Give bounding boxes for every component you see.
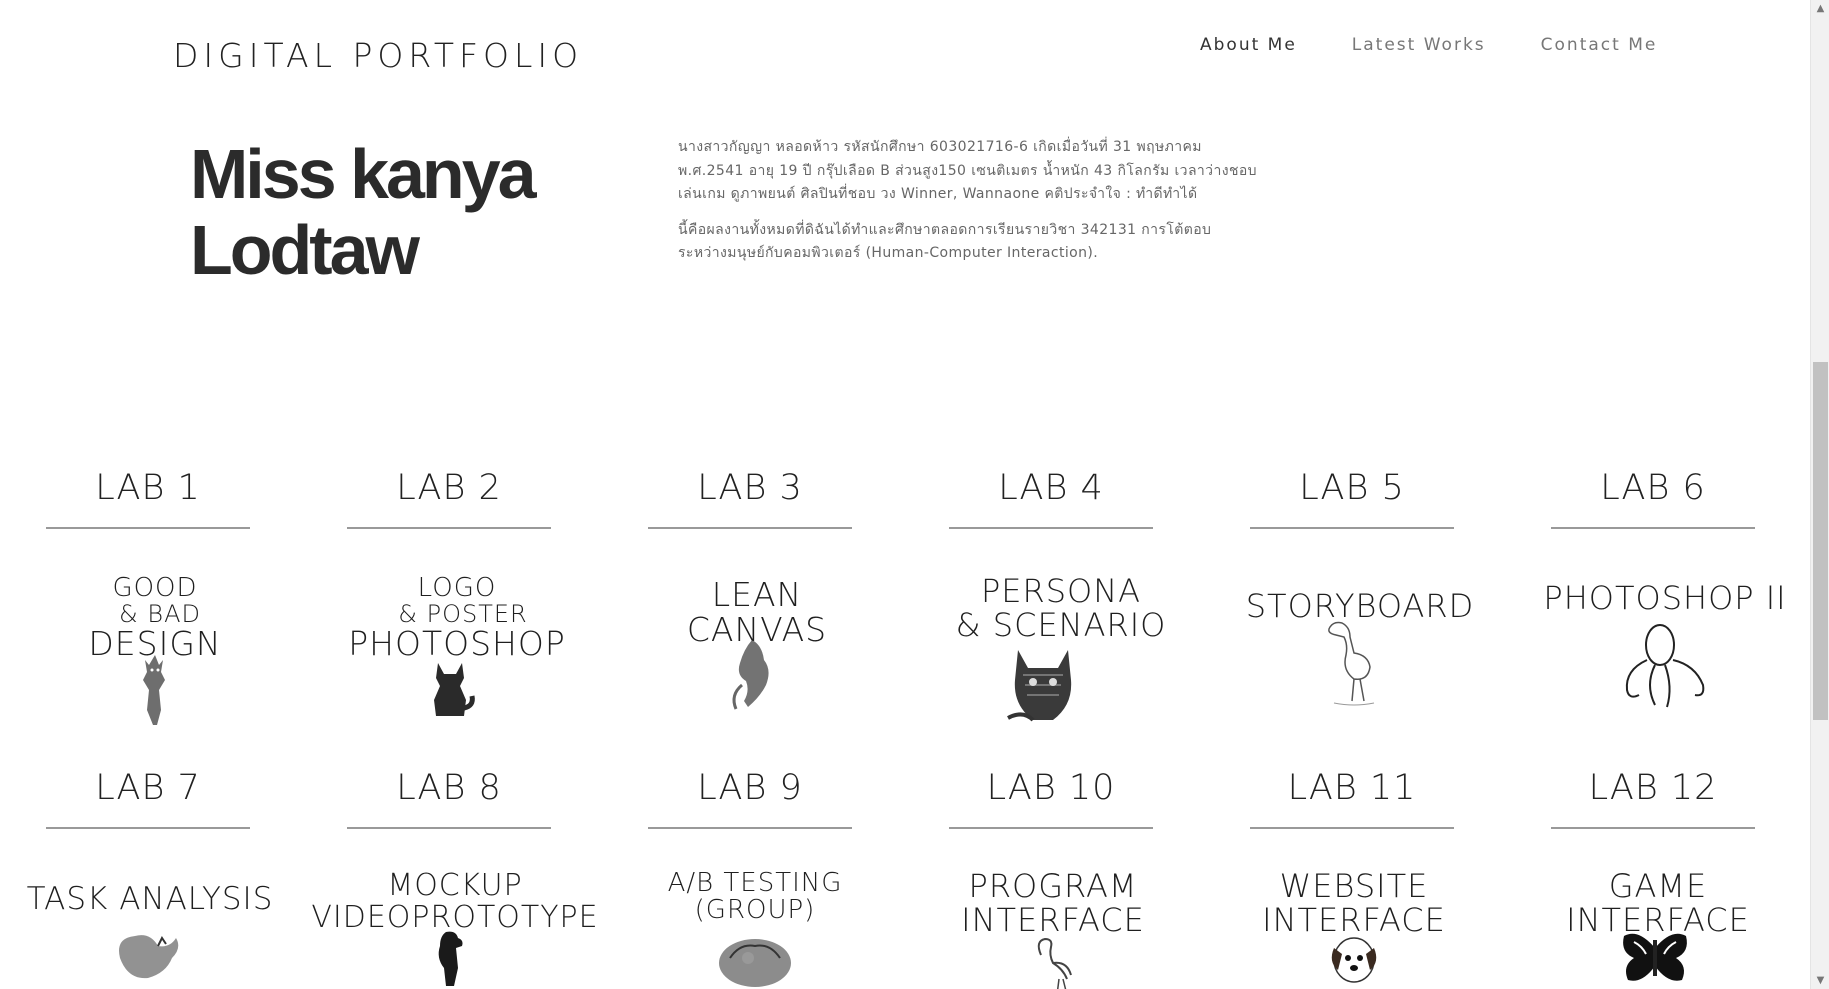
lab-card-12[interactable]: LAB 12 GAME INTERFACE xyxy=(1505,0,1765,989)
lab-card-8[interactable]: LAB 8 MOCKUP VIDEOPROTOTYPE xyxy=(301,0,598,989)
lab-card-11[interactable]: LAB 11 WEBSITE INTERFACE xyxy=(1204,0,1464,989)
puppy-illustration xyxy=(1324,930,1384,989)
lab-divider xyxy=(1551,827,1755,829)
lab-title[interactable]: LAB 8 xyxy=(347,768,551,808)
lab-divider xyxy=(1250,827,1454,829)
lab-card-7[interactable]: LAB 7 TASK ANALYSIS xyxy=(0,0,272,989)
dog-standing-illustration xyxy=(426,928,476,989)
lab-topic-line: (GROUP) xyxy=(694,895,816,926)
lab-topic-line: PROGRAM xyxy=(968,867,1138,905)
lab-topic[interactable]: PROGRAM INTERFACE xyxy=(903,867,1203,939)
lab-topic-line: A/B TESTING xyxy=(667,868,843,898)
lab-topic-line: INTERFACE xyxy=(961,900,1145,939)
lab-topic[interactable]: TASK ANALYSIS xyxy=(0,883,300,916)
scroll-thumb[interactable] xyxy=(1813,362,1828,720)
lab-title[interactable]: LAB 10 xyxy=(949,768,1153,808)
scroll-down-arrow-icon[interactable]: ▼ xyxy=(1811,972,1829,989)
flamingo-illustration xyxy=(1023,935,1083,989)
lab-divider xyxy=(46,827,250,829)
lab-title[interactable]: LAB 9 xyxy=(648,768,852,808)
lab-title[interactable]: LAB 7 xyxy=(46,768,250,808)
lab-divider xyxy=(347,827,551,829)
butterfly-illustration xyxy=(1620,928,1690,989)
lab-divider xyxy=(949,827,1153,829)
lab-topic-line: TASK ANALYSIS xyxy=(26,881,274,917)
lab-card-10[interactable]: LAB 10 PROGRAM INTERFACE xyxy=(903,0,1163,989)
lab-divider xyxy=(648,827,852,829)
lab-card-9[interactable]: LAB 9 A/B TESTING (GROUP) xyxy=(602,0,862,989)
lab-grid: LAB 1 GOOD & BAD DESIGN LAB 2 LOGO & POSTER PHO… xyxy=(0,0,1810,989)
lab-title[interactable]: LAB 12 xyxy=(1551,768,1755,808)
rooster-illustration xyxy=(110,928,190,989)
lab-topic[interactable]: MOCKUP VIDEOPROTOTYPE xyxy=(305,870,605,933)
page-scrollbar[interactable]: ▲ ▼ xyxy=(1810,0,1829,989)
lab-title[interactable]: LAB 11 xyxy=(1250,768,1454,808)
lab-topic-line: MOCKUP xyxy=(387,868,523,903)
lab-topic-line: GAME xyxy=(1608,867,1708,905)
lab-topic[interactable]: WEBSITE INTERFACE xyxy=(1204,867,1504,937)
lab-topic[interactable]: A/B TESTING (GROUP) xyxy=(605,868,905,926)
scroll-up-arrow-icon[interactable]: ▲ xyxy=(1811,0,1829,17)
sleeping-fox-illustration xyxy=(710,928,800,989)
lab-topic-line: WEBSITE xyxy=(1279,867,1429,905)
